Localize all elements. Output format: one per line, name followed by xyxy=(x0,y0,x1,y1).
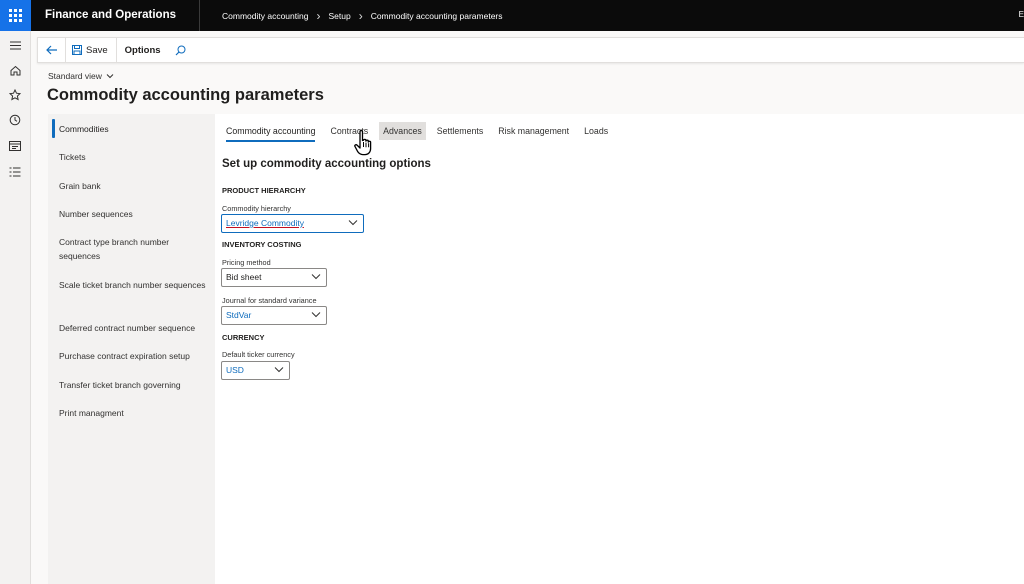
workspaces-icon[interactable] xyxy=(8,139,22,153)
save-icon xyxy=(72,45,82,55)
search-button[interactable] xyxy=(175,45,186,56)
default-ticker-currency-value: USD xyxy=(226,365,244,375)
tab-settlements[interactable]: Settlements xyxy=(433,122,487,140)
chevron-down-icon[interactable] xyxy=(311,273,321,280)
hamburger-menu-icon[interactable] xyxy=(8,38,22,52)
save-label: Save xyxy=(86,44,108,56)
tab-strip: Commodity accounting Contracts Advances … xyxy=(222,122,619,142)
save-button[interactable]: Save xyxy=(66,38,117,62)
search-icon xyxy=(175,45,186,55)
breadcrumb-item-setup[interactable]: Setup xyxy=(328,11,350,21)
side-item-tickets[interactable]: Tickets xyxy=(59,150,209,164)
journal-standard-variance-select[interactable]: StdVar xyxy=(221,306,327,325)
side-item-contract-type-branch-number-sequences[interactable]: Contract type branch number sequences xyxy=(59,235,209,263)
chevron-right-icon: › xyxy=(316,8,321,23)
waffle-icon xyxy=(9,9,22,22)
view-selector[interactable]: Standard view xyxy=(48,71,114,81)
clock-icon[interactable] xyxy=(8,113,22,127)
pricing-method-label: Pricing method xyxy=(222,258,271,267)
app-launcher-button[interactable] xyxy=(0,0,31,31)
content-panel xyxy=(215,114,1024,584)
view-label: Standard view xyxy=(48,71,102,81)
page-title: Commodity accounting parameters xyxy=(47,86,324,104)
tab-loads[interactable]: Loads xyxy=(580,122,612,140)
journal-standard-variance-value: StdVar xyxy=(226,310,252,320)
arrow-left-icon xyxy=(45,45,57,55)
default-ticker-currency-label: Default ticker currency xyxy=(222,350,295,359)
tab-advances[interactable]: Advances xyxy=(379,122,426,140)
app-title[interactable]: Finance and Operations xyxy=(31,0,200,31)
chevron-right-icon: › xyxy=(358,8,363,23)
modules-list-icon[interactable] xyxy=(8,165,22,179)
options-button[interactable]: Options xyxy=(117,45,175,56)
active-item-indicator xyxy=(52,119,55,138)
commodity-hierarchy-label: Commodity hierarchy xyxy=(222,204,291,213)
hand-cursor-icon xyxy=(352,129,376,162)
home-icon[interactable] xyxy=(8,63,22,77)
chevron-down-icon[interactable] xyxy=(311,311,321,318)
side-item-number-sequences[interactable]: Number sequences xyxy=(59,207,209,221)
breadcrumb-item-parameters[interactable]: Commodity accounting parameters xyxy=(371,11,503,21)
product-hierarchy-header: PRODUCT HIERARCHY xyxy=(222,186,306,195)
side-item-purchase-contract-expiration-setup[interactable]: Purchase contract expiration setup xyxy=(59,349,209,363)
navigation-rail xyxy=(0,31,31,584)
side-item-grain-bank[interactable]: Grain bank xyxy=(59,179,209,193)
section-title: Set up commodity accounting options xyxy=(222,158,431,170)
inventory-costing-header: INVENTORY COSTING xyxy=(222,240,302,249)
pricing-method-select[interactable]: Bid sheet xyxy=(221,268,327,287)
side-item-print-managment[interactable]: Print managment xyxy=(59,406,209,420)
pricing-method-value: Bid sheet xyxy=(226,272,262,282)
commodity-hierarchy-select[interactable]: Levridge Commodity xyxy=(221,214,364,233)
chevron-down-icon[interactable] xyxy=(274,366,284,373)
side-item-transfer-ticket-branch-governing[interactable]: Transfer ticket branch governing xyxy=(59,378,209,392)
journal-standard-variance-label: Journal for standard variance xyxy=(222,296,317,305)
back-button[interactable] xyxy=(38,38,66,62)
tab-commodity-accounting[interactable]: Commodity accounting xyxy=(222,122,319,142)
side-item-commodities[interactable]: Commodities xyxy=(59,122,209,136)
parameters-side-list: Commodities Tickets Grain bank Number se… xyxy=(48,114,215,584)
default-ticker-currency-select[interactable]: USD xyxy=(221,361,290,380)
top-bar: Finance and Operations Commodity account… xyxy=(0,0,1024,31)
breadcrumb-item-commodity-accounting[interactable]: Commodity accounting xyxy=(222,11,308,21)
breadcrumb: Commodity accounting › Setup › Commodity… xyxy=(200,9,503,23)
tab-risk-management[interactable]: Risk management xyxy=(494,122,573,140)
chevron-down-icon[interactable] xyxy=(348,219,358,226)
action-pane: Save Options xyxy=(37,37,1024,63)
star-icon[interactable] xyxy=(8,88,22,102)
side-item-deferred-contract-number-sequence[interactable]: Deferred contract number sequence xyxy=(59,321,209,335)
chevron-down-icon xyxy=(106,74,114,79)
currency-header: CURRENCY xyxy=(222,333,265,342)
commodity-hierarchy-value[interactable]: Levridge Commodity xyxy=(226,218,304,228)
top-right-text[interactable]: E xyxy=(1019,10,1024,19)
side-item-scale-ticket-branch-number-sequences[interactable]: Scale ticket branch number sequences xyxy=(59,278,209,292)
